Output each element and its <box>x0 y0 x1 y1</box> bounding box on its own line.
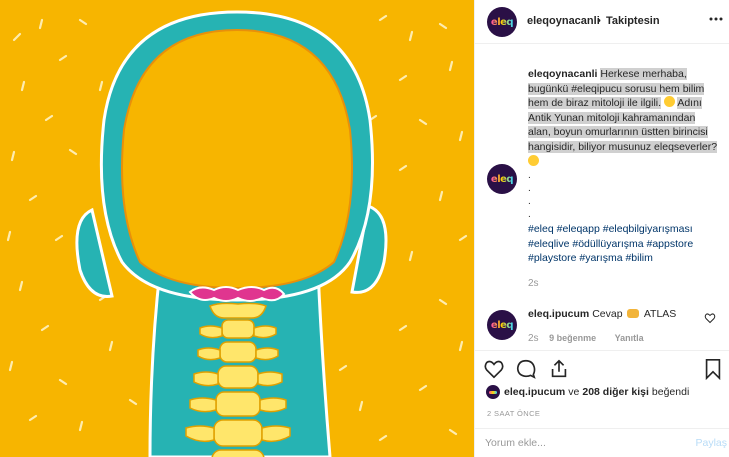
neck-illustration <box>0 0 474 457</box>
header-separator: • <box>597 15 601 27</box>
comment-heart-icon[interactable] <box>704 312 716 324</box>
comment-input[interactable] <box>485 437 665 449</box>
likes-suffix: beğendi <box>651 386 690 398</box>
avatar-logo-text: eleq <box>490 173 514 185</box>
post-side-panel: eleq eleqoynacanli • Takiptesin eleq ele… <box>474 0 729 457</box>
avatar-logo-text: eleq <box>490 16 514 28</box>
liker-avatar <box>486 385 500 399</box>
caption-dot: . <box>528 170 531 181</box>
caption-dot: . <box>528 209 531 220</box>
post-time: 2 SAAT ÖNCE <box>487 409 541 418</box>
header-username[interactable]: eleqoynacanli <box>527 15 600 27</box>
likes-others[interactable]: 208 diğer kişi <box>582 386 649 398</box>
reply-meta: 2s 9 beğenme Yanıtla <box>528 333 644 344</box>
reply-button[interactable]: Yanıtla <box>615 333 644 343</box>
liker-username[interactable]: eleq.ipucum <box>504 386 565 398</box>
more-icon[interactable] <box>708 11 724 27</box>
reply-comment: eleq.ipucum Cevap ATLAS <box>528 308 676 320</box>
avatar-logo-text: eleq <box>490 319 514 331</box>
hashtags[interactable]: #eleq #eleqapp #eleqbilgiyarışması #eleq… <box>528 222 724 266</box>
reply-likes[interactable]: 9 beğenme <box>549 333 596 343</box>
likes-summary[interactable]: eleq.ipucum ve 208 diğer kişi beğendi <box>486 385 692 399</box>
post-image[interactable] <box>0 0 474 457</box>
bookmark-icon[interactable] <box>702 358 724 380</box>
add-comment-bar: Paylaş <box>475 428 729 457</box>
caption-avatar[interactable]: eleq <box>487 164 517 194</box>
hashtag-line[interactable]: #eleqlive #ödüllüyarışma #appstore <box>528 237 724 252</box>
caption-dot: . <box>528 196 531 207</box>
reply-username[interactable]: eleq.ipucum <box>528 308 589 320</box>
caption-dots: . . . . <box>528 169 531 221</box>
post-header: eleq eleqoynacanli • Takiptesin <box>475 0 729 44</box>
caption-text: eleqoynacanli Herkese merhaba, bugünkü #… <box>528 67 718 169</box>
hashtag-line[interactable]: #playstore #yarışma #bilim <box>528 251 724 266</box>
likes-connector: ve <box>568 386 580 398</box>
pointing-hand-emoji-icon <box>627 309 640 318</box>
hashtag-line[interactable]: #eleq #eleqapp #eleqbilgiyarışması <box>528 222 724 237</box>
caption-username[interactable]: eleqoynacanli <box>528 68 597 80</box>
reply-avatar[interactable]: eleq <box>487 310 517 340</box>
share-icon[interactable] <box>548 358 570 380</box>
follow-status-button[interactable]: Takiptesin <box>606 15 660 27</box>
reply-text-after: ATLAS <box>643 308 677 320</box>
avatar[interactable]: eleq <box>487 7 517 37</box>
smile-emoji-icon <box>663 96 675 108</box>
atlas-vertebra <box>188 286 286 302</box>
reply-time: 2s <box>528 333 539 344</box>
heart-icon[interactable] <box>483 358 505 380</box>
post-comment-button[interactable]: Paylaş <box>695 437 727 449</box>
thinking-emoji-icon <box>528 154 539 166</box>
reply-text-before: Cevap <box>592 308 623 320</box>
caption-time: 2s <box>528 278 539 289</box>
comment-icon[interactable] <box>515 358 537 380</box>
caption-dot: . <box>528 183 531 194</box>
action-bar <box>475 350 729 384</box>
comments-area[interactable]: eleq eleqoynacanli Herkese merhaba, bugü… <box>475 44 729 350</box>
